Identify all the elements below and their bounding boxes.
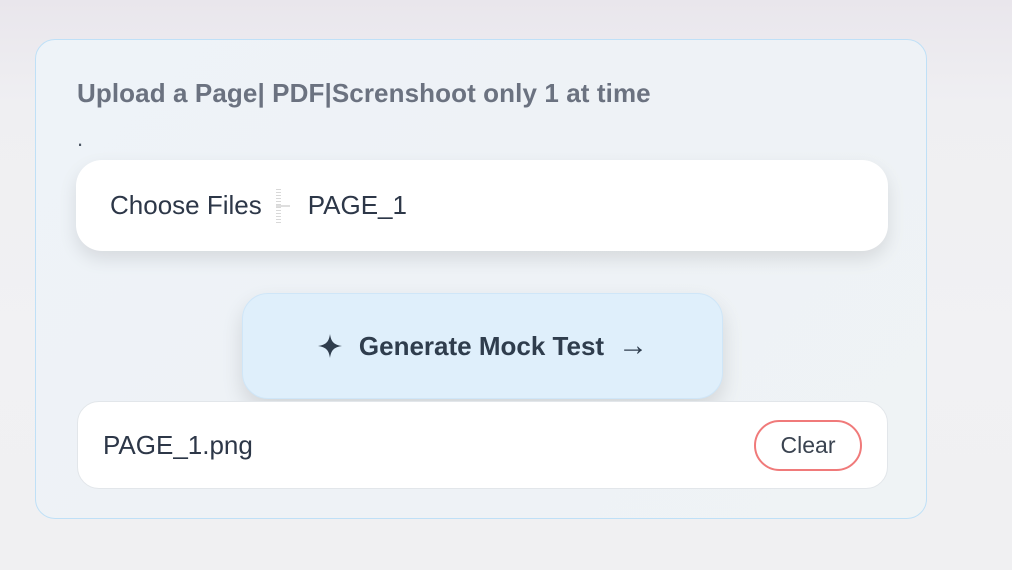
choose-files-button[interactable]: Choose Files [110, 190, 262, 221]
upload-card: Upload a Page| PDF|Screnshoot only 1 at … [35, 39, 927, 519]
separator-dot: . [77, 126, 84, 151]
picker-divider [274, 188, 294, 223]
arrow-right-icon: → [618, 329, 649, 362]
sparkle-icon [317, 333, 343, 359]
clear-button[interactable]: Clear [754, 419, 862, 471]
generate-label: Generate Mock Test [358, 330, 605, 361]
file-picker[interactable]: Choose Files PAGE_1 [76, 160, 888, 251]
selected-file-name: PAGE_1 [307, 190, 407, 220]
upload-title: Upload a Page| PDF|Screnshoot only 1 at … [77, 78, 651, 108]
generate-mock-test-button[interactable]: Generate Mock Test → [242, 293, 723, 399]
file-list-item: PAGE_1.png Clear [77, 401, 888, 489]
file-list-item-name: PAGE_1.png [103, 429, 253, 460]
